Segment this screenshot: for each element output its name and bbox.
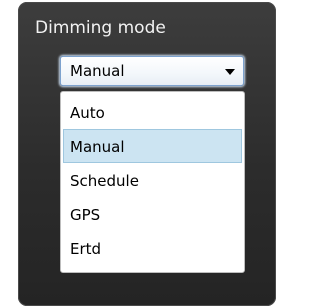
chevron-down-icon[interactable]: [225, 69, 235, 75]
selected-value: Manual: [70, 62, 125, 80]
option-gps[interactable]: GPS: [63, 197, 242, 231]
option-ertd[interactable]: Ertd: [63, 231, 242, 265]
dimming-mode-panel: Dimming mode Manual Auto Manual Schedule…: [18, 2, 276, 306]
dimming-mode-label: Dimming mode: [35, 18, 166, 38]
option-auto[interactable]: Auto: [63, 95, 242, 129]
dropdown-list: Auto Manual Schedule GPS Ertd: [60, 91, 245, 273]
option-schedule[interactable]: Schedule: [63, 163, 242, 197]
option-manual[interactable]: Manual: [63, 129, 242, 163]
dimming-mode-select[interactable]: Manual: [60, 56, 244, 86]
